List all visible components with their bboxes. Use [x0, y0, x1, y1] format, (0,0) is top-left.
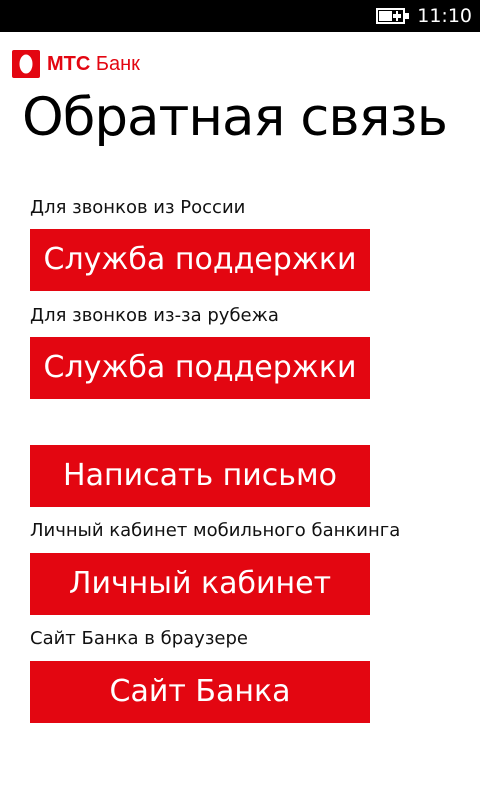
support-russia-button[interactable]: Служба поддержки — [30, 229, 370, 291]
brand-name-regular: Банк — [90, 53, 140, 75]
page-title: Обратная связь — [22, 87, 448, 148]
write-letter-button[interactable]: Написать письмо — [30, 445, 370, 507]
brand-name-bold: МТС — [47, 53, 91, 75]
status-clock: 11:10 — [417, 5, 472, 27]
bank-site-label: Сайт Банка в браузере — [30, 628, 248, 649]
personal-cabinet-button[interactable]: Личный кабинет — [30, 553, 370, 615]
bank-site-button[interactable]: Сайт Банка — [30, 661, 370, 723]
brand-header: МТС Банк — [12, 50, 140, 78]
battery-charging-icon — [376, 8, 409, 24]
russia-calls-label: Для звонков из России — [30, 197, 246, 218]
mts-egg-logo-icon — [12, 50, 40, 78]
brand-name: МТС Банк — [47, 50, 140, 78]
status-bar: 11:10 — [0, 0, 480, 32]
cabinet-label: Личный кабинет мобильного банкинга — [30, 520, 401, 541]
support-abroad-button[interactable]: Служба поддержки — [30, 337, 370, 399]
abroad-calls-label: Для звонков из-за рубежа — [30, 305, 279, 326]
